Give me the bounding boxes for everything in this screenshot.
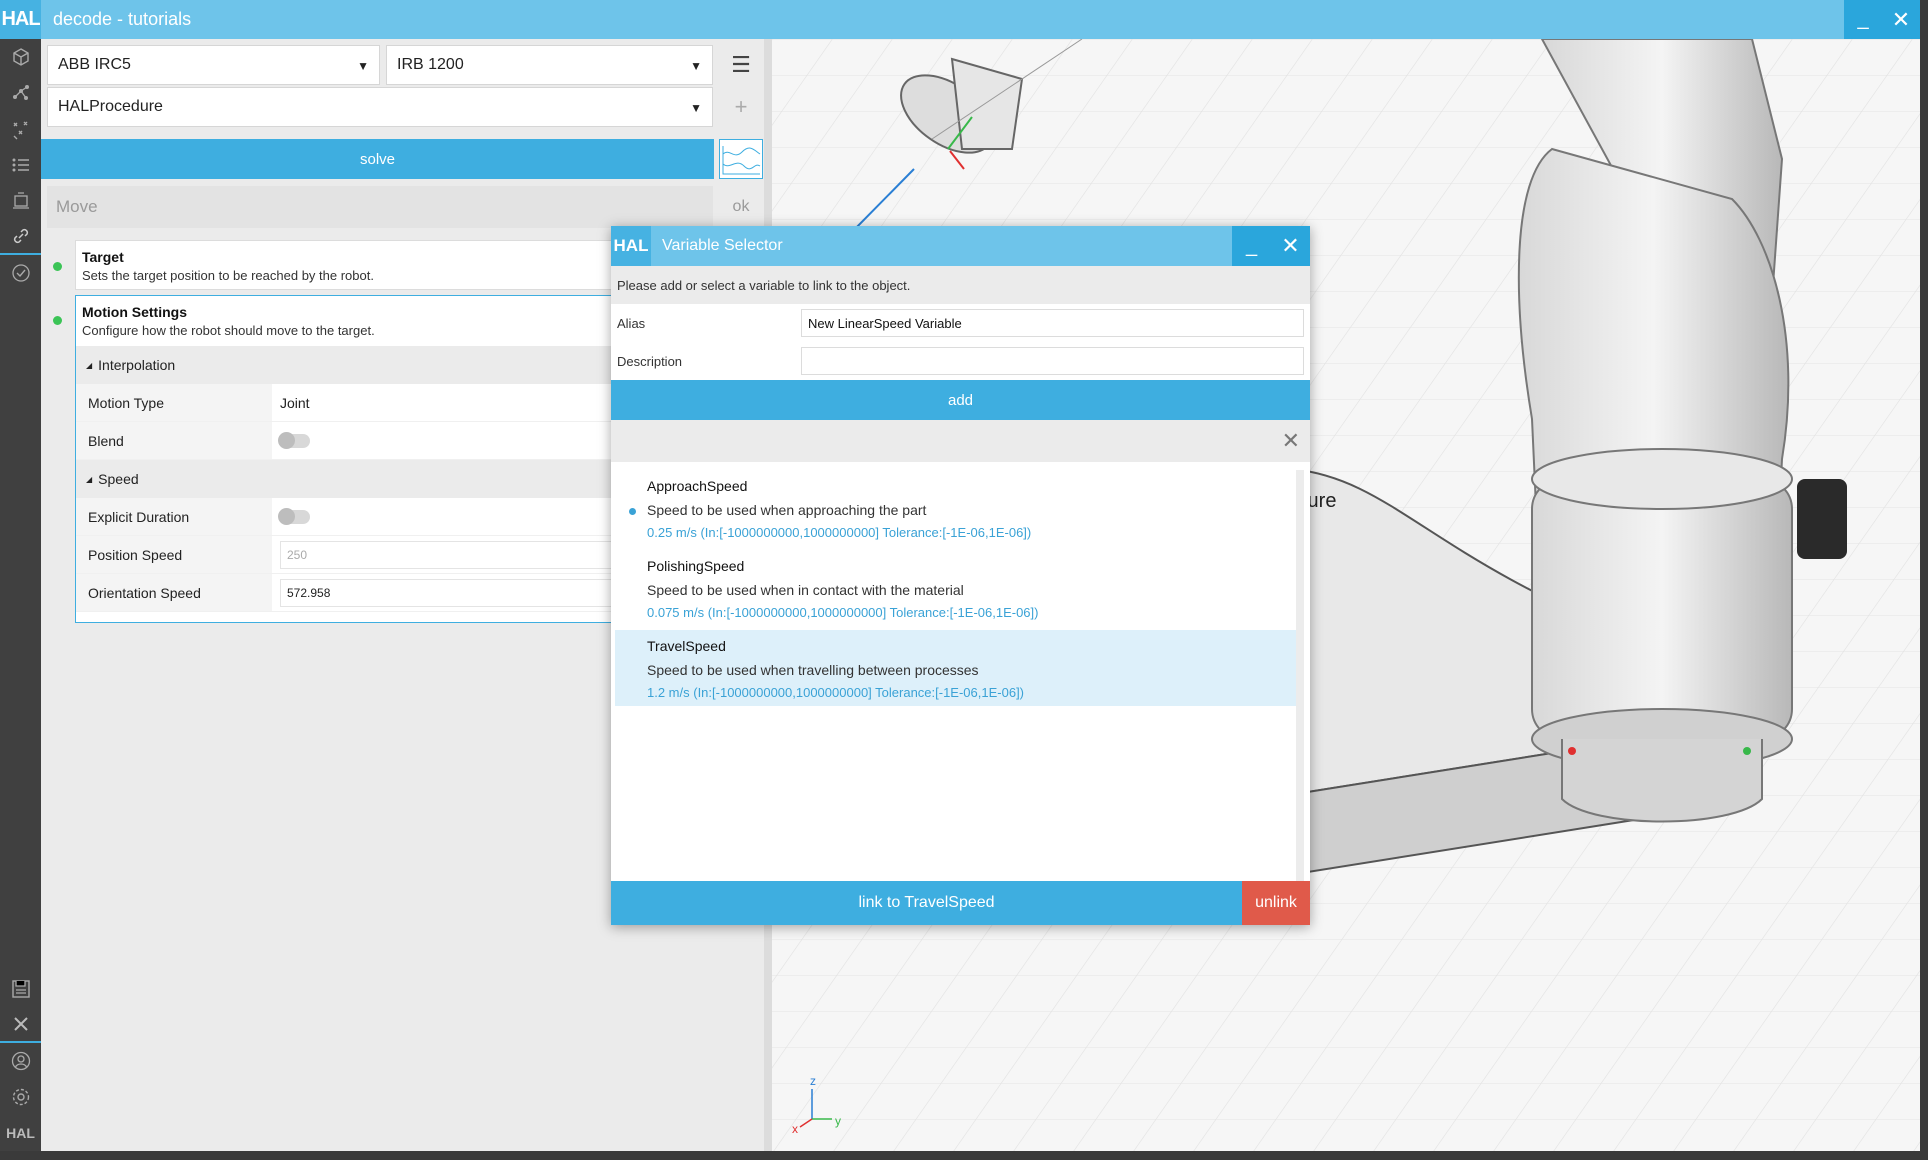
network-icon[interactable] (0, 75, 41, 111)
scatter-icon[interactable] (0, 111, 41, 147)
robot-select[interactable]: IRB 1200 ▼ (386, 45, 713, 85)
dialog-close-button[interactable]: ✕ (1271, 226, 1310, 266)
dialog-minimize-button[interactable]: _ (1232, 226, 1271, 266)
close-button[interactable]: ✕ (1882, 0, 1920, 39)
close-icon[interactable] (0, 1007, 41, 1043)
variable-name: TravelSpeed (647, 638, 726, 654)
variable-item-approachspeed[interactable]: ApproachSpeed Speed to be used when appr… (615, 470, 1297, 546)
app-titlebar: HAL decode - tutorials _ ✕ (0, 0, 1920, 39)
variable-name: PolishingSpeed (647, 558, 745, 574)
sidebar: HAL (0, 39, 41, 1151)
unlink-button[interactable]: unlink (1242, 881, 1310, 925)
variable-meta: 1.2 m/s (In:[-1000000000,1000000000] Tol… (647, 685, 1025, 700)
axis-y-label: y (835, 1114, 841, 1128)
gear-icon[interactable] (0, 1079, 41, 1115)
solve-button[interactable]: solve (41, 139, 714, 179)
graph-icon[interactable] (719, 139, 763, 179)
variable-item-polishingspeed[interactable]: PolishingSpeed Speed to be used when in … (615, 550, 1297, 626)
link-icon[interactable] (0, 219, 41, 255)
controller-select[interactable]: ABB IRC5 ▼ (47, 45, 380, 85)
alias-input[interactable]: New LinearSpeed Variable (801, 309, 1304, 337)
variable-desc: Speed to be used when approaching the pa… (647, 502, 927, 518)
sidebar-bottom: HAL (0, 971, 41, 1151)
variable-meta: 0.25 m/s (In:[-1000000000,1000000000] To… (647, 525, 1032, 540)
variable-desc: Speed to be used when travelling between… (647, 662, 979, 678)
variable-list: ApproachSpeed Speed to be used when appr… (611, 470, 1310, 881)
dialog-title: Variable Selector (662, 237, 783, 254)
position-speed-label: Position Speed (76, 536, 272, 573)
dialog-hint: Please add or select a variable to link … (611, 266, 1310, 304)
hal-logo: HAL (0, 0, 41, 39)
linked-indicator-dot (629, 508, 636, 515)
blend-toggle[interactable] (278, 431, 310, 449)
description-input[interactable] (801, 347, 1304, 375)
explicit-duration-label: Explicit Duration (76, 498, 272, 535)
link-button[interactable]: link to TravelSpeed (611, 881, 1242, 925)
variable-filter-bar[interactable]: ✕ (611, 420, 1310, 462)
controller-value: ABB IRC5 (58, 56, 131, 73)
list-icon[interactable] (0, 147, 41, 183)
chevron-down-icon: ▼ (690, 101, 702, 115)
chevron-down-icon: ▼ (690, 59, 702, 73)
orientation-speed-label: Orientation Speed (76, 574, 272, 611)
footer-logo: HAL (6, 1125, 35, 1141)
motion-status-dot (53, 316, 62, 325)
ok-button[interactable]: ok (721, 186, 761, 228)
user-icon[interactable] (0, 1043, 41, 1079)
speed-label: Speed (98, 471, 139, 487)
procedure-select[interactable]: HALProcedure ▼ (47, 87, 713, 127)
alias-row: Alias New LinearSpeed Variable (611, 304, 1310, 342)
variable-item-travelspeed[interactable]: TravelSpeed Speed to be used when travel… (615, 630, 1297, 706)
clear-filter-icon[interactable]: ✕ (1282, 428, 1300, 454)
description-row: Description (611, 342, 1310, 380)
motion-type-label: Motion Type (76, 384, 272, 421)
cube-icon[interactable] (0, 39, 41, 75)
collapse-icon: ◢ (86, 474, 93, 484)
robot-value: IRB 1200 (397, 56, 464, 73)
variable-meta: 0.075 m/s (In:[-1000000000,1000000000] T… (647, 605, 1039, 620)
variable-desc: Speed to be used when in contact with th… (647, 582, 964, 598)
alias-label: Alias (617, 315, 646, 331)
collapse-icon: ◢ (86, 360, 93, 370)
chevron-down-icon: ▼ (357, 59, 369, 73)
robot-icon[interactable] (0, 183, 41, 219)
add-button[interactable]: add (611, 380, 1310, 420)
blend-label: Blend (76, 422, 272, 459)
dialog-footer: link to TravelSpeed unlink (611, 881, 1310, 925)
add-icon[interactable]: + (721, 87, 761, 127)
variable-list-scrollbar[interactable] (1296, 470, 1304, 881)
target-status-dot (53, 262, 62, 271)
variable-selector-dialog: HAL Variable Selector _ ✕ Please add or … (611, 226, 1310, 925)
variable-name: ApproachSpeed (647, 478, 748, 494)
dialog-titlebar[interactable]: HAL Variable Selector _ ✕ (611, 226, 1310, 266)
interpolation-label: Interpolation (98, 357, 176, 373)
save-icon[interactable] (0, 971, 41, 1007)
axis-z-label: z (810, 1074, 816, 1088)
dialog-logo: HAL (611, 226, 651, 266)
axis-x-label: x (792, 1122, 798, 1136)
menu-icon[interactable]: ☰ (721, 45, 761, 85)
move-input[interactable]: Move (47, 186, 713, 228)
check-icon[interactable] (0, 255, 41, 291)
explicit-duration-toggle[interactable] (278, 507, 310, 525)
procedure-value: HALProcedure (58, 98, 163, 115)
minimize-button[interactable]: _ (1844, 0, 1882, 39)
app-title: decode - tutorials (53, 9, 192, 29)
description-label: Description (617, 353, 683, 369)
